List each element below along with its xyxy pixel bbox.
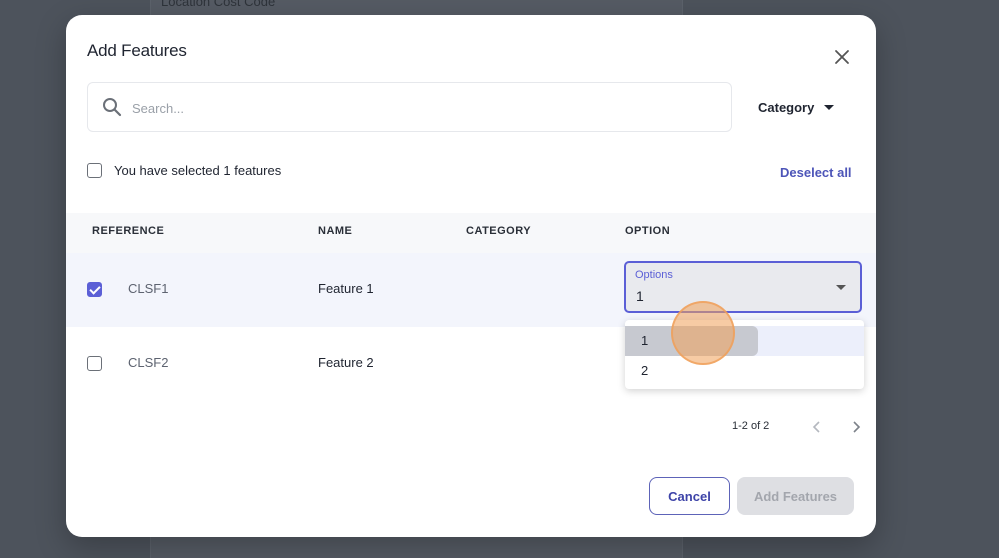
header-category[interactable]: CATEGORY — [466, 225, 531, 237]
background-field-label: Location Cost Code — [161, 0, 276, 9]
close-icon — [835, 50, 849, 64]
header-name[interactable]: NAME — [318, 225, 352, 237]
table-header: REFERENCE NAME CATEGORY OPTION — [66, 213, 876, 253]
search-input[interactable] — [130, 95, 724, 121]
search-box — [87, 82, 732, 132]
dropdown-option-label: 2 — [641, 363, 649, 378]
row-reference: CLSF2 — [128, 355, 169, 370]
chevron-left-icon[interactable] — [810, 420, 824, 434]
close-button[interactable] — [830, 45, 854, 69]
chevron-down-icon — [836, 285, 846, 290]
dropdown-option-label: 1 — [641, 333, 649, 348]
deselect-all-link[interactable]: Deselect all — [780, 165, 852, 180]
selection-count-text: You have selected 1 features — [114, 163, 282, 178]
row-checkbox[interactable] — [87, 356, 102, 371]
category-filter-dropdown[interactable]: Category — [758, 97, 835, 117]
header-option[interactable]: OPTION — [625, 225, 670, 237]
add-features-button[interactable]: Add Features — [737, 477, 854, 515]
option-select-value: 1 — [636, 288, 644, 304]
dropdown-option[interactable]: 2 — [625, 356, 864, 386]
row-checkbox[interactable] — [87, 282, 102, 297]
dropdown-option[interactable]: 1 — [625, 326, 864, 356]
option-select[interactable]: Options 1 — [624, 261, 862, 313]
add-features-modal: Add Features Category You have selected … — [66, 15, 876, 537]
select-all-row: You have selected 1 features — [87, 163, 281, 178]
row-name: Feature 1 — [318, 281, 374, 296]
modal-title: Add Features — [87, 41, 187, 60]
row-reference: CLSF1 — [128, 281, 169, 296]
chevron-right-icon[interactable] — [849, 420, 863, 434]
option-dropdown-menu: 1 2 — [625, 320, 864, 389]
row-name: Feature 2 — [318, 355, 374, 370]
pagination-text: 1-2 of 2 — [732, 420, 770, 432]
search-icon — [103, 98, 122, 117]
option-select-label: Options — [635, 269, 673, 281]
caret-down-icon — [824, 104, 835, 110]
header-reference[interactable]: REFERENCE — [92, 225, 164, 237]
cancel-button[interactable]: Cancel — [649, 477, 730, 515]
select-all-checkbox[interactable] — [87, 163, 102, 178]
category-filter-label: Category — [758, 99, 815, 115]
